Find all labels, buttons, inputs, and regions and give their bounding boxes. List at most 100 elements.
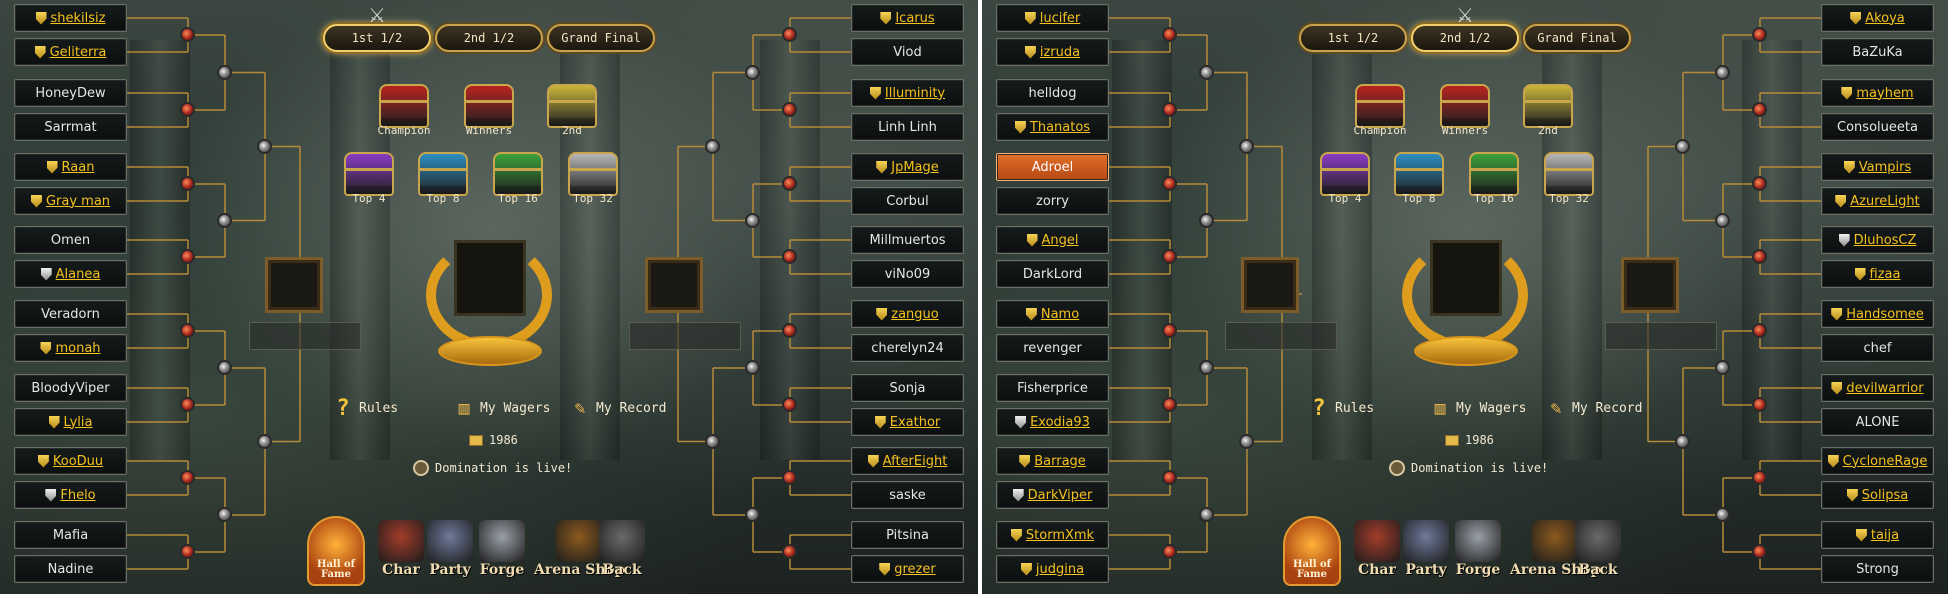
reward-chest-icon[interactable]: [418, 152, 468, 196]
player-slot[interactable]: Solipsa: [1821, 481, 1934, 509]
player-slot[interactable]: Fisherprice: [996, 374, 1109, 402]
player-slot[interactable]: Nadine: [14, 555, 127, 583]
player-slot[interactable]: Illuminity: [851, 79, 964, 107]
player-slot[interactable]: Angel: [996, 226, 1109, 254]
player-slot[interactable]: Viod: [851, 38, 964, 66]
reward-chest-icon[interactable]: [1394, 152, 1444, 196]
match-node[interactable]: [180, 470, 195, 485]
match-node[interactable]: [1199, 360, 1214, 375]
match-node[interactable]: [782, 397, 797, 412]
player-slot[interactable]: mayhem: [1821, 79, 1934, 107]
player-slot[interactable]: Vampirs: [1821, 153, 1934, 181]
player-slot[interactable]: saske: [851, 481, 964, 509]
match-node[interactable]: [180, 27, 195, 42]
player-slot[interactable]: Millmuertos: [851, 226, 964, 254]
player-slot[interactable]: revenger: [996, 334, 1109, 362]
forge-button[interactable]: Forge: [1455, 520, 1501, 578]
rules-link[interactable]: ? Rules: [331, 396, 398, 421]
match-node[interactable]: [180, 397, 195, 412]
player-slot[interactable]: Gray man: [14, 187, 127, 215]
match-node[interactable]: [217, 64, 232, 80]
match-node[interactable]: [1162, 544, 1177, 559]
player-slot[interactable]: HoneyDew: [14, 79, 127, 107]
player-slot[interactable]: taija: [1821, 521, 1934, 549]
match-node[interactable]: [1715, 507, 1730, 522]
player-slot[interactable]: Linh Linh: [851, 113, 964, 141]
match-node[interactable]: [217, 507, 232, 522]
match-node[interactable]: [1675, 138, 1690, 154]
my-wagers-link[interactable]: ▥ My Wagers: [1428, 396, 1527, 420]
reward-chest-icon[interactable]: [547, 84, 597, 128]
reward-chest-icon[interactable]: [344, 152, 394, 196]
player-slot[interactable]: Raan: [14, 153, 127, 181]
reward-chest-icon[interactable]: [1469, 152, 1519, 196]
player-slot[interactable]: BloodyViper: [14, 374, 127, 402]
player-slot[interactable]: Barrage: [996, 447, 1109, 475]
reward-chest-icon[interactable]: [1320, 152, 1370, 196]
match-node[interactable]: [257, 433, 272, 449]
player-slot[interactable]: viNo09: [851, 260, 964, 288]
player-slot[interactable]: StormXmk: [996, 521, 1109, 549]
player-slot[interactable]: Akoya: [1821, 4, 1934, 32]
player-slot[interactable]: lucifer: [996, 4, 1109, 32]
player-slot[interactable]: Sonja: [851, 374, 964, 402]
char-button[interactable]: Char: [378, 520, 424, 578]
player-slot[interactable]: Corbul: [851, 187, 964, 215]
hall-of-fame-button[interactable]: Hall of Fame: [1283, 516, 1341, 586]
player-slot[interactable]: Alanea: [14, 260, 127, 288]
rules-link[interactable]: ? Rules: [1307, 396, 1374, 421]
my-wagers-link[interactable]: ▥ My Wagers: [452, 396, 551, 420]
tab-round[interactable]: 1st 1/2: [323, 24, 431, 52]
match-node[interactable]: [745, 507, 760, 522]
reward-chest-icon[interactable]: [464, 84, 514, 128]
match-node[interactable]: [745, 212, 760, 228]
player-slot[interactable]: monah: [14, 334, 127, 362]
player-slot[interactable]: Fhelo: [14, 481, 127, 509]
match-node[interactable]: [1162, 397, 1177, 412]
match-node[interactable]: [1199, 64, 1214, 80]
match-node[interactable]: [1162, 323, 1177, 338]
char-button[interactable]: Char: [1354, 520, 1400, 578]
player-slot[interactable]: ALONE: [1821, 408, 1934, 436]
forge-button[interactable]: Forge: [479, 520, 525, 578]
tab-round[interactable]: 2nd 1/2: [1411, 24, 1519, 52]
party-button[interactable]: Party: [427, 520, 473, 578]
back-button[interactable]: Back: [599, 520, 645, 578]
player-slot[interactable]: AzureLight: [1821, 187, 1934, 215]
match-node[interactable]: [1752, 323, 1767, 338]
match-node[interactable]: [782, 470, 797, 485]
player-slot[interactable]: AfterEight: [851, 447, 964, 475]
player-slot[interactable]: Exathor: [851, 408, 964, 436]
player-slot[interactable]: Omen: [14, 226, 127, 254]
tab-round[interactable]: Grand Final: [1523, 24, 1631, 52]
match-node[interactable]: [257, 138, 272, 154]
hall-of-fame-button[interactable]: Hall of Fame: [307, 516, 365, 586]
match-node[interactable]: [1199, 507, 1214, 522]
player-slot[interactable]: helldog: [996, 79, 1109, 107]
match-node[interactable]: [782, 323, 797, 338]
match-node[interactable]: [1675, 433, 1690, 449]
match-node[interactable]: [1752, 470, 1767, 485]
match-node[interactable]: [1752, 27, 1767, 42]
player-slot[interactable]: DluhosCZ: [1821, 226, 1934, 254]
player-slot[interactable]: shekilsiz: [14, 4, 127, 32]
match-node[interactable]: [782, 544, 797, 559]
player-slot[interactable]: Sarrmat: [14, 113, 127, 141]
reward-chest-icon[interactable]: [493, 152, 543, 196]
match-node[interactable]: [1715, 360, 1730, 375]
player-slot[interactable]: CycloneRage: [1821, 447, 1934, 475]
match-node[interactable]: [1752, 176, 1767, 191]
back-button[interactable]: Back: [1575, 520, 1621, 578]
match-node[interactable]: [1162, 176, 1177, 191]
match-node[interactable]: [705, 138, 720, 154]
player-slot[interactable]: Lylia: [14, 408, 127, 436]
match-node[interactable]: [180, 323, 195, 338]
match-node[interactable]: [1752, 544, 1767, 559]
match-node[interactable]: [1715, 212, 1730, 228]
player-slot[interactable]: grezer: [851, 555, 964, 583]
match-node[interactable]: [782, 176, 797, 191]
player-slot[interactable]: DarkLord: [996, 260, 1109, 288]
match-node[interactable]: [1752, 102, 1767, 117]
player-slot[interactable]: judgina: [996, 555, 1109, 583]
match-node[interactable]: [1162, 102, 1177, 117]
